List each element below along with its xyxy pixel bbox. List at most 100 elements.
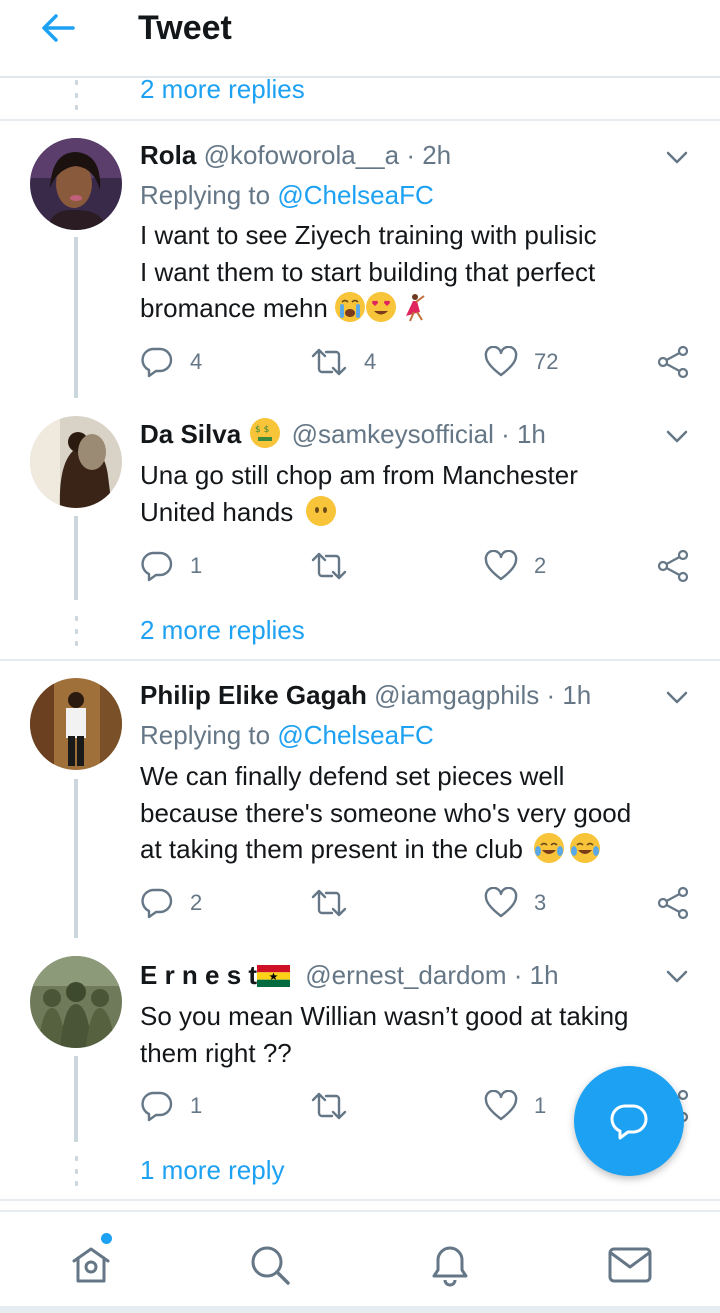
nav-messages[interactable]: [605, 1240, 655, 1290]
like-button[interactable]: 3: [484, 883, 546, 923]
bottom-navigation: [0, 1210, 720, 1313]
ghana-flag-emoji: [257, 961, 291, 987]
replying-prefix: Replying to: [140, 720, 271, 750]
share-button[interactable]: [656, 883, 690, 923]
mention-link[interactable]: @ChelseaFC: [277, 720, 433, 750]
tears-of-joy-emoji: [534, 833, 565, 863]
tweet-card[interactable]: Philip Elike Gagah @iamgagphils · 1h Rep…: [0, 661, 720, 938]
retweet-button[interactable]: [310, 1086, 364, 1126]
replying-to: Replying to @ChelseaFC: [140, 718, 434, 752]
like-button[interactable]: 2: [484, 546, 546, 586]
tweet-text-line: them right ??: [140, 1037, 292, 1068]
arrow-left-icon: [42, 14, 75, 42]
thread-dots: [75, 80, 78, 110]
retweet-button[interactable]: 4: [310, 342, 376, 382]
nav-search[interactable]: [245, 1240, 295, 1290]
reply-button[interactable]: 4: [140, 342, 202, 382]
tweet-text: We can finally defend set pieces well be…: [140, 758, 680, 868]
dancer-emoji: [398, 292, 428, 322]
heart-icon: [484, 887, 518, 918]
display-name[interactable]: Philip Elike Gagah: [140, 680, 367, 710]
retweet-icon: [311, 552, 347, 580]
reply-count: 2: [190, 890, 203, 915]
thread-line: [74, 1056, 78, 1142]
heart-eyes-emoji: [366, 292, 397, 322]
thread-line: [74, 237, 78, 398]
nav-home[interactable]: [66, 1240, 116, 1290]
like-count: 2: [534, 553, 547, 578]
tweet-text-line: Una go still chop am from Manchester: [140, 460, 578, 490]
like-count: 72: [534, 349, 559, 374]
share-icon: [657, 886, 689, 920]
back-button[interactable]: [36, 6, 80, 50]
share-icon: [657, 549, 689, 583]
tweet-text: I want to see Ziyech training with pulis…: [140, 217, 680, 327]
reply-icon: [141, 551, 173, 582]
user-handle: @kofoworola__a: [203, 140, 400, 170]
replying-prefix: Replying to: [140, 180, 271, 210]
retweet-icon: [311, 348, 347, 376]
tweet-header: Rola @kofoworola__a · 2h: [140, 138, 660, 172]
retweet-button[interactable]: [310, 883, 364, 923]
reply-count: 4: [190, 349, 203, 374]
avatar[interactable]: [30, 138, 122, 230]
face-without-mouth-emoji: [306, 495, 337, 526]
like-button[interactable]: 72: [484, 342, 558, 382]
search-icon: [251, 1246, 290, 1285]
share-button[interactable]: [656, 342, 690, 382]
tweet-actions: 1 2: [140, 546, 695, 586]
replying-to: Replying to @ChelseaFC: [140, 178, 434, 212]
tweet-text-line: bromance mehn: [140, 290, 680, 327]
user-handle: @ernest_dardom: [305, 960, 507, 990]
share-button[interactable]: [656, 546, 690, 586]
retweet-button[interactable]: [310, 546, 364, 586]
avatar[interactable]: [30, 956, 122, 1048]
display-name[interactable]: Da Silva: [140, 419, 241, 449]
mention-link[interactable]: @ChelseaFC: [277, 180, 433, 210]
compose-reply-button[interactable]: [574, 1066, 684, 1176]
tweet-header: E r n e s t @ernest_dardom · 1h: [140, 958, 660, 992]
heart-icon: [484, 1090, 518, 1121]
display-name[interactable]: E r n e s t: [140, 960, 257, 990]
new-content-dot: [101, 1233, 112, 1244]
reply-button[interactable]: 1: [140, 546, 202, 586]
timestamp: · 1h: [546, 680, 592, 710]
chevron-down-icon[interactable]: [664, 963, 690, 989]
money-mouth-emoji: $ $: [250, 418, 281, 448]
reply-icon: [141, 347, 173, 378]
tweet-actions: 2 3: [140, 883, 695, 923]
tweet-actions: 4 4 72: [140, 342, 695, 382]
timestamp: · 1h: [513, 960, 559, 990]
chevron-down-icon[interactable]: [664, 684, 690, 710]
like-count: 1: [534, 1093, 547, 1118]
retweet-icon: [311, 889, 347, 917]
tweet-text-line: because there's someone who's very good: [140, 797, 632, 828]
tweet-header: Philip Elike Gagah @iamgagphils · 1h: [140, 678, 660, 712]
chevron-down-icon[interactable]: [664, 423, 690, 449]
display-name[interactable]: Rola: [140, 140, 196, 170]
tweet-card[interactable]: Da Silva $ $ @samkeysofficial · 1h Una g…: [0, 398, 720, 660]
reply-button[interactable]: 2: [140, 883, 202, 923]
more-replies-link[interactable]: 1 more reply: [140, 1155, 285, 1185]
svg-text:$ $: $ $: [255, 425, 269, 435]
messages-icon: [608, 1247, 652, 1283]
avatar[interactable]: [30, 416, 122, 508]
user-handle: @samkeysofficial: [291, 419, 494, 449]
reply-icon: [141, 1091, 173, 1122]
like-button[interactable]: 1: [484, 1086, 546, 1126]
tweet-text-line: So you mean Willian wasn’t good at takin…: [140, 1001, 629, 1031]
more-replies-link[interactable]: 2 more replies: [140, 615, 305, 645]
nav-notifications[interactable]: [425, 1240, 475, 1290]
compose-reply-icon: [610, 1104, 648, 1140]
tweet-text: So you mean Willian wasn’t good at takin…: [140, 998, 680, 1071]
user-handle: @iamgagphils: [374, 680, 540, 710]
avatar[interactable]: [30, 678, 122, 770]
chevron-down-icon[interactable]: [664, 144, 690, 170]
tweet-text: Una go still chop am from Manchester Uni…: [140, 457, 680, 530]
divider: [0, 1199, 720, 1201]
tweet-card[interactable]: Rola @kofoworola__a · 2h Replying to @Ch…: [0, 121, 720, 398]
reply-button[interactable]: 1: [140, 1086, 202, 1126]
tweet-text-line: United hands: [140, 494, 680, 531]
system-bar: [0, 1306, 720, 1313]
more-replies-link[interactable]: 2 more replies: [140, 74, 305, 104]
